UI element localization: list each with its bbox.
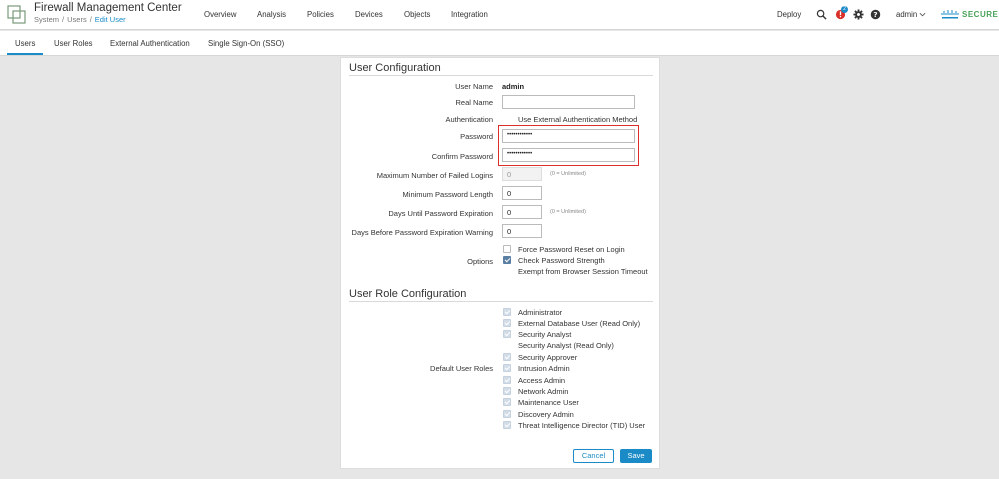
role-discovery-admin-label: Discovery Admin [518,410,574,419]
role-security-analyst-label: Security Analyst [518,330,572,339]
role-administrator-label: Administrator [518,308,563,317]
cisco-logo-icon [941,10,959,19]
real-name-input[interactable] [502,95,635,109]
role-access-admin-label: Access Admin [518,376,566,385]
min-password-length-label: Minimum Password Length [402,190,493,199]
search-icon[interactable] [816,9,827,20]
nav-integration[interactable]: Integration [451,10,488,19]
default-user-roles-label: Default User Roles [430,364,493,373]
exempt-timeout-label[interactable]: Exempt from Browser Session Timeout [518,267,648,276]
breadcrumb-users[interactable]: Users [67,15,87,24]
role-config-title: User Role Configuration [349,288,467,300]
fmc-logo-icon [7,5,26,24]
force-reset-checkbox[interactable] [503,245,511,253]
role-tid-user-label: Threat Intelligence Director (TID) User [518,421,646,430]
password-label: Password [460,132,493,141]
nav-analysis[interactable]: Analysis [257,10,286,19]
role-maintenance-user-checkbox[interactable] [503,398,511,406]
days-before-warning-label: Days Before Password Expiration Warning [351,228,493,237]
days-before-warning-input[interactable]: 0 [502,224,542,238]
password-highlight-box [498,125,639,166]
confirm-password-label: Confirm Password [431,152,493,161]
options-label: Options [467,257,493,266]
role-security-analyst-ro-label[interactable]: Security Analyst (Read Only) [518,341,614,350]
edit-user-panel: User Configuration User Name admin Real … [340,57,660,469]
role-access-admin-checkbox[interactable] [503,376,511,384]
unlimited-hint: (0 = Unlimited) [550,209,586,215]
chevron-down-icon[interactable] [919,11,926,18]
tab-single-sign-on[interactable]: Single Sign-On (SSO) [208,39,284,48]
save-button[interactable]: Save [620,449,652,463]
role-security-approver-checkbox[interactable] [503,353,511,361]
role-security-analyst-checkbox[interactable] [503,330,511,338]
top-header: Firewall Management Center System / Users /… [0,0,999,30]
active-tab-indicator [7,53,43,55]
breadcrumb-system[interactable]: System [34,15,59,24]
user-config-title: User Configuration [349,62,441,74]
role-tid-user-checkbox[interactable] [503,421,511,429]
external-auth-option[interactable]: Use External Authentication Method [518,115,637,124]
tab-users[interactable]: Users [15,39,35,48]
svg-text:?: ? [873,10,877,19]
user-name-label: User Name [455,82,493,91]
max-failed-logins-label: Maximum Number of Failed Logins [376,171,493,180]
real-name-label: Real Name [455,98,493,107]
role-maintenance-user-label: Maintenance User [518,398,579,407]
nav-policies[interactable]: Policies [307,10,334,19]
cancel-button[interactable]: Cancel [573,449,614,463]
tab-user-roles[interactable]: User Roles [54,39,93,48]
user-menu[interactable]: admin [896,10,917,19]
help-icon[interactable]: ? [870,9,881,20]
role-network-admin-checkbox[interactable] [503,387,511,395]
tab-external-authentication[interactable]: External Authentication [110,39,190,48]
brand-secure-label: SECURE [962,10,999,19]
days-until-expiration-label: Days Until Password Expiration [388,209,493,218]
alert-count-badge: 2 [841,6,848,13]
max-failed-logins-input[interactable]: 0 [502,167,542,181]
force-reset-label: Force Password Reset on Login [518,245,625,254]
role-administrator-checkbox[interactable] [503,308,511,316]
role-external-db-user-checkbox[interactable] [503,319,511,327]
section-divider [349,301,653,302]
check-strength-label: Check Password Strength [518,256,605,265]
nav-overview[interactable]: Overview [204,10,237,19]
breadcrumb-edit-user[interactable]: Edit User [95,15,126,24]
nav-devices[interactable]: Devices [355,10,383,19]
app-title: Firewall Management Center [34,2,182,14]
nav-objects[interactable]: Objects [404,10,430,19]
min-password-length-input[interactable]: 0 [502,186,542,200]
role-intrusion-admin-checkbox[interactable] [503,364,511,372]
deploy-button[interactable]: Deploy [777,10,801,19]
role-security-approver-label: Security Approver [518,353,578,362]
section-divider [349,75,653,76]
breadcrumb: System / Users / Edit User [34,15,126,24]
user-name-value: admin [502,82,525,91]
gear-icon[interactable] [853,9,864,20]
sub-tab-bar: Users User Roles External Authentication… [0,31,999,56]
authentication-label: Authentication [445,115,493,124]
role-network-admin-label: Network Admin [518,387,569,396]
check-strength-checkbox[interactable] [503,256,511,264]
days-until-expiration-input[interactable]: 0 [502,205,542,219]
unlimited-hint: (0 = Unlimited) [550,171,586,177]
role-discovery-admin-checkbox[interactable] [503,410,511,418]
role-external-db-user-label: External Database User (Read Only) [518,319,641,328]
role-intrusion-admin-label: Intrusion Admin [518,364,570,373]
